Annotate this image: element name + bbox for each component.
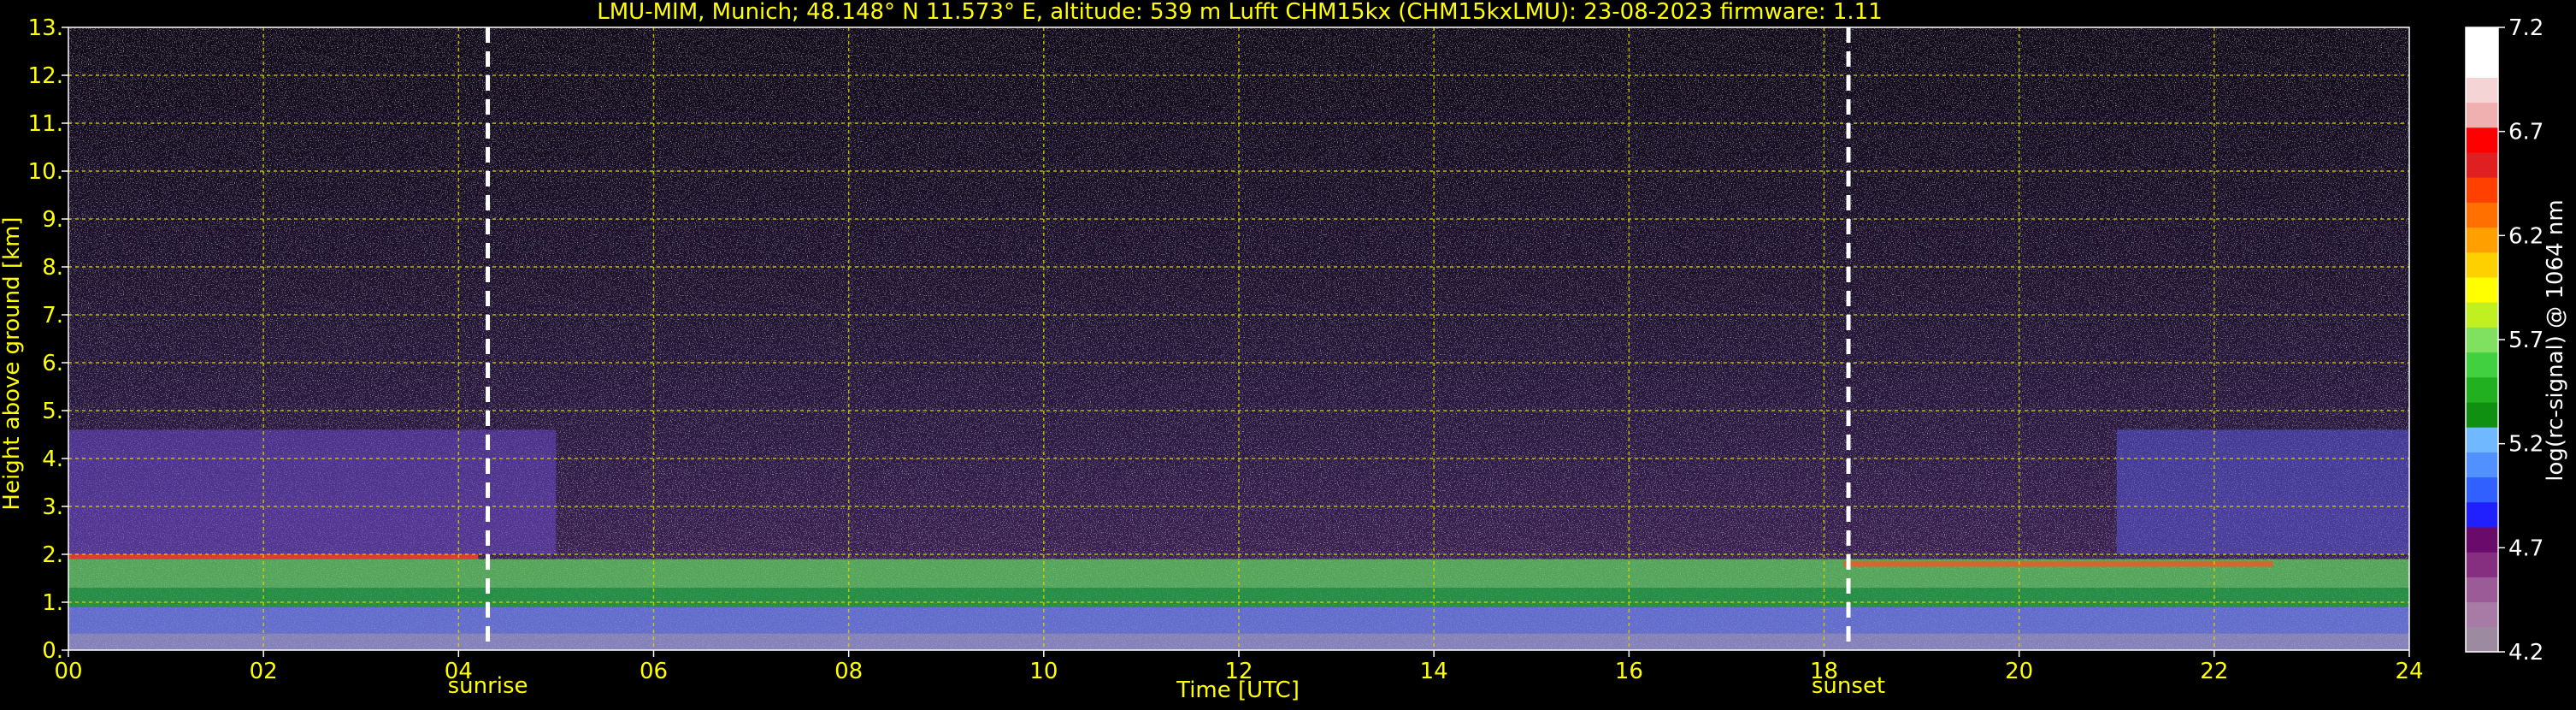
y-tick-label: 0. [42,638,63,664]
y-tick-label: 8. [42,255,63,281]
colorbar-segment [2466,427,2498,453]
colorbar-segment [2466,152,2498,178]
colorbar-tick-label: 4.7 [2508,535,2544,561]
colorbar-segment [2466,376,2498,403]
colorbar-segment [2466,552,2498,577]
colorbar-segment [2466,501,2498,528]
colorbar-segment [2466,527,2498,553]
y-axis-ticks: 0. 1. 2. 3. 4. 5. 6. 7. 8. 9. 10. 11. 12. 13. [28,15,68,664]
y-tick-label: 5. [42,399,63,424]
colorbar-segment [2466,27,2498,53]
x-tick-label: 02 [250,659,278,684]
colorbar-segment [2466,102,2498,128]
y-tick-label: 13. [28,15,63,41]
y-tick-label: 11. [28,111,63,137]
colorbar-segment [2466,352,2498,378]
colorbar-segment [2466,402,2498,428]
band-aerosol-top-evening [1843,561,2273,567]
x-tick-label: 08 [834,659,863,684]
colorbar-segment [2466,227,2498,253]
colorbar-segment [2466,601,2498,628]
y-tick-label: 4. [42,447,63,472]
band-surface [68,633,2409,650]
chart-svg: sunrise sunset 00 02 04 06 08 10 12 14 16 18 20 22 24… [0,0,2568,703]
ceilometer-chart: sunrise sunset 00 02 04 06 08 10 12 14 16 18 20 22 24… [0,0,2576,707]
x-tick-label: 18 [1810,659,1838,684]
colorbar-tick-label: 6.2 [2508,223,2544,249]
colorbar-segment [2466,327,2498,353]
y-tick-label: 7. [42,303,63,328]
colorbar-segment [2466,476,2498,503]
x-tick-label: 24 [2395,659,2423,684]
band-residual-morning [68,429,557,554]
colorbar-tick-label: 5.2 [2508,432,2544,458]
y-tick-label: 2. [42,542,63,568]
y-tick-label: 3. [42,494,63,520]
colorbar-segment [2466,302,2498,328]
colorbar-tick-label: 6.7 [2508,120,2544,145]
colorbar-segment [2466,577,2498,603]
x-tick-label: 06 [640,659,668,684]
y-axis-label: Height above ground [km] [0,216,25,510]
colorbar-segment [2466,52,2498,78]
colorbar-segment [2466,77,2498,104]
band-residual-evening [2116,429,2409,554]
chart-title: LMU-MIM, Munich; 48.148° N 11.573° E, al… [597,0,1882,25]
colorbar-tick-label: 5.7 [2508,328,2544,353]
colorbar-tick-label: 4.2 [2508,640,2544,666]
y-tick-label: 12. [28,63,63,89]
x-tick-label: 14 [1420,659,1448,684]
y-tick-label: 6. [42,351,63,376]
colorbar-segment [2466,626,2498,653]
colorbar-segment [2466,127,2498,153]
x-tick-label: 20 [2005,659,2033,684]
colorbar-segment [2466,452,2498,478]
colorbar-tick-label: 7.2 [2508,15,2544,41]
y-tick-label: 10. [28,159,63,185]
y-tick-label: 1. [42,590,63,616]
y-tick-label: 9. [42,207,63,233]
x-tick-label: 22 [2200,659,2228,684]
x-tick-label: 04 [445,659,473,684]
colorbar-segment [2466,202,2498,228]
colorbar-segment [2466,277,2498,303]
colorbar: 4.2 4.7 5.2 5.7 6.2 6.7 7.2 [2465,15,2544,666]
x-tick-label: 16 [1615,659,1643,684]
colorbar-label: log(rc-signal) @ 1064 nm [2543,199,2568,481]
colorbar-segment [2466,251,2498,278]
band-aerosol-top-morning [68,554,479,559]
x-axis-label: Time [UTC] [1176,677,1300,703]
colorbar-segment [2466,177,2498,203]
x-tick-label: 10 [1029,659,1058,684]
